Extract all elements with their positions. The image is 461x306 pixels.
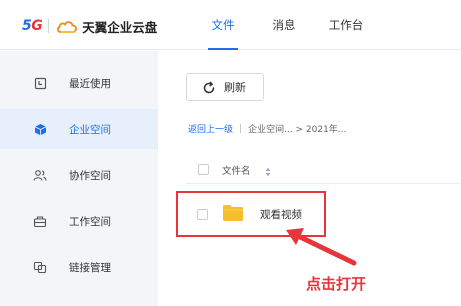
refresh-icon (202, 80, 216, 94)
sidebar-item-label: 企业空间 (69, 123, 111, 136)
sidebar-item-label: 协作空间 (69, 169, 111, 182)
nav-tab-messages[interactable]: 消息 (261, 0, 307, 50)
recent-icon (33, 76, 47, 90)
breadcrumb-separator: | (239, 123, 243, 134)
logo-divider (48, 19, 50, 33)
nav-tab-label: 工作台 (328, 18, 364, 32)
briefcase-icon (33, 214, 47, 228)
annotation-text: 点击打开 (306, 275, 367, 293)
users-icon (33, 168, 47, 182)
sidebar-item-label: 链接管理 (69, 261, 111, 274)
sidebar-item-label: 最近使用 (69, 77, 111, 90)
sidebar-item-label: 工作空间 (69, 215, 111, 228)
file-name[interactable]: 观看视频 (260, 207, 302, 222)
table-header: 文件名 (186, 154, 461, 184)
refresh-button[interactable]: 刷新 (186, 73, 264, 101)
top-bar: 5G 天翼企业云盘 文件 消息 工作台 (0, 0, 461, 50)
link-icon (33, 260, 47, 274)
annotation-arrow-icon (282, 225, 362, 271)
nav-tab-label: 文件 (211, 18, 235, 32)
sidebar-item-recent[interactable]: 最近使用 (0, 63, 158, 103)
app-logo[interactable]: 5G 天翼企业云盘 (22, 16, 157, 36)
sidebar: 最近使用 企业空间 协作空间 工作空间 链接管理 (0, 51, 158, 306)
main-content: 刷新 返回上一级 | 企业空间... > 2021年... 文件名 观看视频 点… (158, 51, 461, 306)
nav-tab-workbench[interactable]: 工作台 (318, 0, 374, 50)
folder-icon (222, 204, 244, 222)
sidebar-item-work-space[interactable]: 工作空间 (0, 201, 158, 241)
sidebar-item-link-management[interactable]: 链接管理 (0, 247, 158, 287)
sort-icon[interactable] (265, 163, 271, 177)
column-header-filename[interactable]: 文件名 (222, 163, 251, 177)
breadcrumb-back-link[interactable]: 返回上一级 (188, 122, 233, 135)
nav-tab-files[interactable]: 文件 (200, 0, 246, 50)
select-all-checkbox[interactable] (198, 164, 209, 175)
breadcrumb: 返回上一级 | 企业空间... > 2021年... (188, 122, 346, 136)
nav-tab-label: 消息 (272, 18, 296, 32)
refresh-label: 刷新 (224, 81, 246, 94)
cloud-icon (56, 19, 78, 33)
logo-5g: 5G (22, 18, 43, 34)
app-name: 天翼企业云盘 (82, 19, 158, 35)
breadcrumb-path[interactable]: 企业空间... > 2021年... (248, 122, 346, 135)
sidebar-item-enterprise-space[interactable]: 企业空间 (0, 109, 158, 149)
cube-icon (33, 122, 47, 136)
row-checkbox[interactable] (197, 209, 208, 220)
sidebar-item-collab-space[interactable]: 协作空间 (0, 155, 158, 195)
